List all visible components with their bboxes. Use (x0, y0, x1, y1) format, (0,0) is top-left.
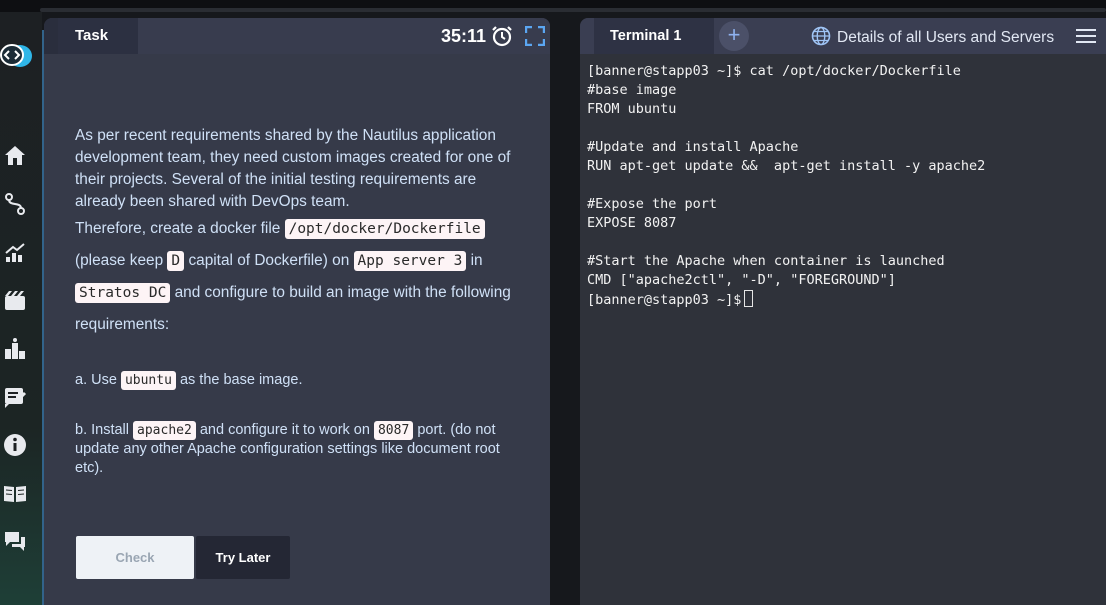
terminal-header: Terminal 1 + Details of all Users and Se… (580, 18, 1106, 54)
code-d-letter: D (167, 251, 185, 271)
code-port: 8087 (373, 421, 414, 440)
check-button[interactable]: Check (76, 536, 194, 579)
requirement-a: a. Use ubuntu as the base image. (75, 371, 530, 390)
book-icon[interactable] (2, 480, 28, 506)
code-package: apache2 (133, 421, 196, 440)
req-a-prefix: a. Use (75, 372, 117, 388)
terminal-line: RUN apt-get update && apt-get install -y… (587, 158, 986, 174)
terminal-line: [banner@stapp03 ~]$ cat /opt/docker/Dock… (587, 63, 961, 79)
terminal-line: #Start the Apache when container is laun… (587, 253, 945, 269)
req-a-suffix: as the base image. (179, 372, 303, 388)
terminal-line: #base image (587, 82, 677, 98)
code-base-image: ubuntu (120, 371, 176, 390)
code-datacenter: Stratos DC (75, 283, 171, 303)
hamburger-menu-icon[interactable] (1076, 28, 1096, 44)
task-header: Task 35:11 (44, 18, 550, 54)
instruction-text: (please keep (75, 252, 164, 269)
notes-icon[interactable] (2, 384, 28, 410)
code-app-server: App server 3 (353, 251, 467, 271)
sidebar (0, 12, 42, 605)
instruction-paragraph: Therefore, create a docker file /opt/doc… (75, 213, 530, 340)
chat-icon[interactable] (2, 528, 28, 554)
instruction-text: in (470, 252, 483, 269)
terminal-line: EXPOSE 8087 (587, 215, 677, 231)
task-description: As per recent requirements shared by the… (75, 125, 530, 340)
home-icon[interactable] (2, 142, 28, 168)
timer: 35:11 (441, 26, 487, 46)
terminal-prompt: [banner@stapp03 ~]$ (587, 292, 742, 308)
terminal-line: FROM ubuntu (587, 101, 677, 117)
path-icon[interactable] (2, 191, 28, 217)
logo-icon[interactable] (0, 44, 32, 70)
req-b-prefix: b. Install (75, 422, 129, 438)
globe-icon (811, 26, 831, 46)
chart-icon[interactable] (2, 240, 28, 266)
task-panel: Task 35:11 As per recent requirements sh… (44, 18, 550, 605)
alarm-clock-icon (491, 25, 513, 47)
req-b-middle: and configure it to work on (199, 422, 370, 438)
terminal-output[interactable]: [banner@stapp03 ~]$ cat /opt/docker/Dock… (587, 62, 1102, 310)
intro-paragraph: As per recent requirements shared by the… (75, 127, 511, 210)
scrollbar[interactable] (40, 8, 1106, 12)
tab-task[interactable]: Task (58, 18, 138, 54)
code-dockerfile-path: /opt/docker/Dockerfile (284, 219, 485, 239)
add-terminal-button[interactable]: + (719, 21, 749, 51)
terminal-prompt-line: [banner@stapp03 ~]$ (587, 290, 1102, 310)
fullscreen-icon[interactable] (524, 25, 546, 47)
instruction-text: capital of Dockerfile) on (188, 252, 350, 269)
details-users-servers-link[interactable]: Details of all Users and Servers (837, 29, 1054, 47)
leaderboard-icon[interactable] (2, 336, 28, 362)
terminal-cursor (744, 290, 754, 307)
terminal-line: CMD ["apache2ctl", "-D", "FOREGROUND"] (587, 272, 896, 288)
try-later-button[interactable]: Try Later (196, 536, 290, 579)
tab-terminal-1[interactable]: Terminal 1 (594, 18, 714, 54)
requirement-b: b. Install apache2 and configure it to w… (75, 421, 530, 478)
film-icon[interactable] (2, 288, 28, 314)
terminal-line: #Expose the port (587, 196, 718, 212)
info-icon[interactable] (2, 432, 28, 458)
terminal-line: #Update and install Apache (587, 139, 799, 155)
terminal-panel: Terminal 1 + Details of all Users and Se… (580, 18, 1106, 605)
browser-top-strip (0, 0, 1106, 12)
instruction-text: Therefore, create a docker file (75, 220, 281, 237)
task-header-bar (138, 18, 550, 54)
